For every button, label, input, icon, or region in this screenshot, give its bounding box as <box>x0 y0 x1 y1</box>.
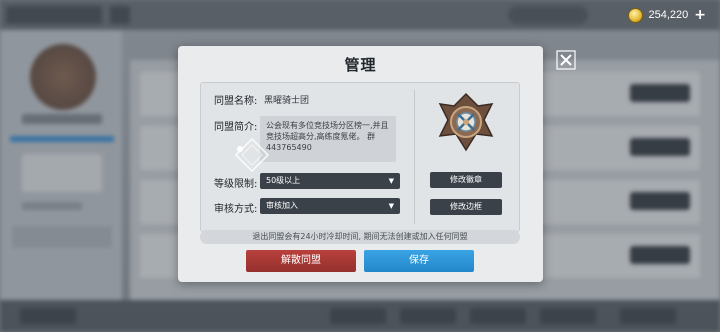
alliance-name-value: 黑曜骑士团 <box>264 96 310 106</box>
cursor-icon <box>234 137 270 173</box>
dialog-title: 管理 <box>344 56 377 74</box>
close-icon[interactable] <box>556 50 576 70</box>
coin-amount: 254,220 <box>648 9 689 21</box>
divider <box>414 90 415 224</box>
review-mode-select[interactable]: 审核加入 ▼ <box>260 198 400 214</box>
alliance-desc-label: 同盟简介: <box>214 122 258 133</box>
change-emblem-button[interactable]: 修改徽章 <box>430 172 502 188</box>
currency-display: 254,220 + <box>627 6 706 24</box>
add-coins-button[interactable]: + <box>694 8 706 22</box>
review-mode-label: 审核方式: <box>214 204 258 215</box>
alliance-emblem <box>438 92 494 152</box>
dropdown-arrow-icon: ▼ <box>388 202 394 210</box>
level-limit-label: 等级限制: <box>214 179 258 190</box>
dropdown-arrow-icon: ▼ <box>388 177 394 185</box>
alliance-desc-input[interactable]: 公会现有多位竞技场分区榜一,并且竞技场超高分,高练度氪佬。 群443765490 <box>260 116 396 162</box>
review-mode-value: 审核加入 <box>266 201 298 210</box>
disband-alliance-button[interactable]: 解散同盟 <box>246 250 356 272</box>
level-limit-select[interactable]: 50级以上 ▼ <box>260 173 400 189</box>
coin-icon <box>627 7 643 23</box>
change-border-button[interactable]: 修改边框 <box>430 199 502 215</box>
save-button[interactable]: 保存 <box>364 250 474 272</box>
leave-cooldown-notice: 退出同盟会有24小时冷却时间, 期间无法创建或加入任何同盟 <box>200 230 520 244</box>
alliance-name-label: 同盟名称: <box>214 96 258 107</box>
level-limit-value: 50级以上 <box>266 176 301 185</box>
